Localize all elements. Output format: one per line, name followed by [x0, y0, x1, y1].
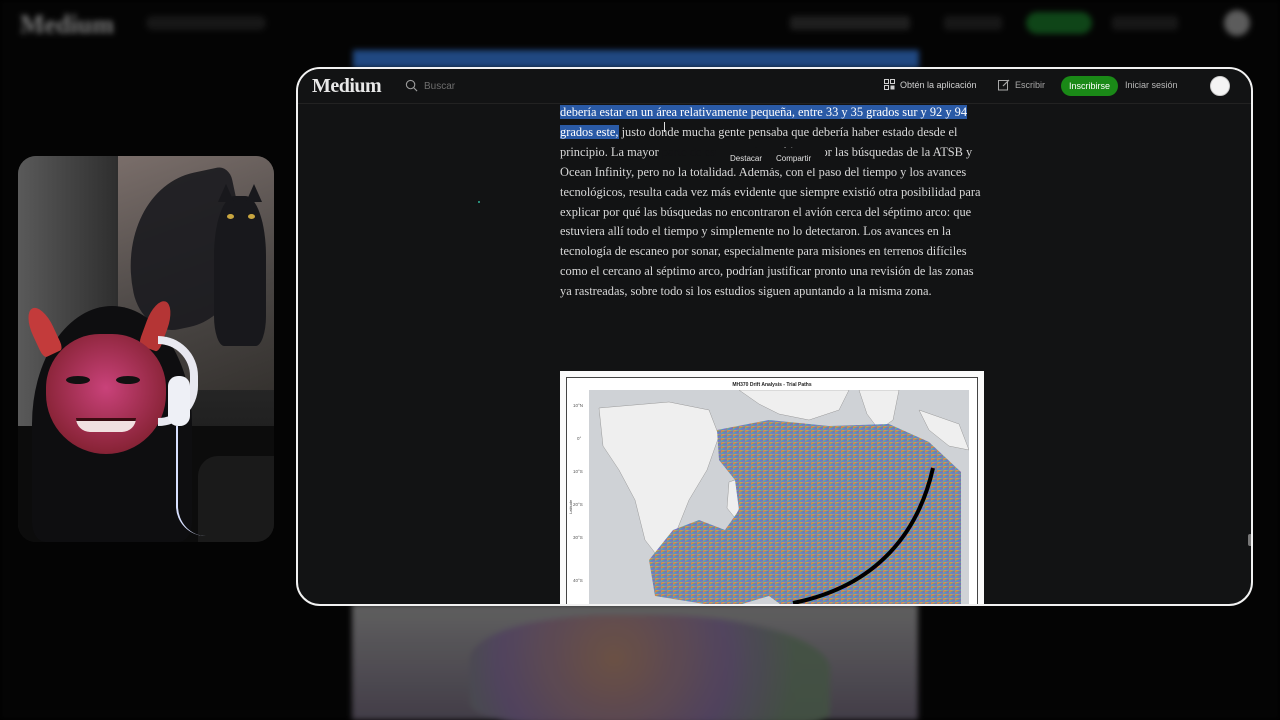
y-tick: 40°S — [573, 578, 583, 583]
drift-map-svg — [598, 390, 969, 604]
background-topbar: Medium — [0, 0, 1280, 46]
y-tick: 10°S — [573, 469, 583, 474]
webcam-cat-ear — [218, 184, 234, 202]
cursor-dot — [478, 201, 480, 203]
background-logo: Medium — [20, 10, 114, 39]
highlight-button[interactable]: Destacar — [730, 154, 762, 163]
write-pencil-icon — [998, 79, 1010, 91]
figure-title: MH370 Drift Analysis - Trial Paths — [732, 382, 812, 388]
background-write-link — [944, 16, 1002, 30]
selection-popover: Destacar Compartir — [716, 148, 826, 168]
background-highlight — [353, 50, 919, 68]
webcam-cat-eye — [248, 214, 255, 219]
webcam-headphone-cable — [176, 426, 206, 536]
webcam-demon-mask — [46, 334, 166, 454]
webcam-chair — [198, 456, 274, 542]
signup-button[interactable]: Inscribirse — [1061, 76, 1119, 96]
get-app-label: Obtén la aplicación — [900, 79, 977, 90]
article-content: debería estar en un área relativamente p… — [298, 104, 1251, 604]
text-cursor — [664, 122, 665, 132]
avatar[interactable] — [1210, 76, 1230, 96]
y-tick: 30°S — [573, 535, 583, 540]
share-button[interactable]: Compartir — [776, 154, 811, 163]
background-avatar — [1224, 10, 1250, 36]
webcam-cat-eye — [227, 214, 234, 219]
article-figure: MH370 Drift Analysis - Trial Paths Latit… — [560, 371, 984, 604]
browser-window: Medium Obtén la aplicación Escribir Insc… — [296, 67, 1253, 606]
arabia-landmass — [738, 390, 850, 421]
write-label: Escribir — [1015, 80, 1046, 90]
top-navigation-bar: Medium Obtén la aplicación Escribir Insc… — [298, 69, 1251, 104]
background-app-link — [790, 16, 910, 30]
search-icon — [405, 79, 418, 92]
webcam-headphone-cup — [168, 376, 190, 426]
signin-link[interactable]: Iniciar sesión — [1125, 80, 1178, 90]
background-image-blob — [470, 615, 830, 720]
search-input[interactable] — [424, 77, 544, 95]
drift-map-image[interactable]: MH370 Drift Analysis - Trial Paths Latit… — [566, 377, 978, 604]
background-search — [146, 16, 266, 30]
webcam-poster-cat — [214, 196, 266, 346]
app-grid-icon — [884, 79, 895, 90]
webcam-cat-ear — [246, 184, 262, 202]
scrollbar-thumb[interactable] — [1248, 534, 1251, 546]
article-body: debería estar en un área relativamente p… — [560, 104, 986, 302]
background-signup — [1026, 12, 1092, 34]
article-paragraph: debería estar en un área relativamente p… — [560, 103, 986, 302]
y-tick: 20°S — [573, 502, 583, 507]
y-tick: 0° — [577, 436, 582, 441]
background-signin — [1112, 16, 1178, 30]
webcam-mask-eye — [66, 376, 90, 384]
webcam-mask-eye — [116, 376, 140, 384]
medium-logo[interactable]: Medium — [312, 75, 382, 98]
india-landmass — [858, 390, 900, 431]
get-app-link[interactable]: Obtén la aplicación — [884, 79, 977, 90]
webcam-feed — [18, 156, 274, 542]
webcam-mask-mouth — [76, 418, 136, 432]
map-plot-area — [589, 390, 969, 604]
write-link[interactable]: Escribir — [998, 79, 1045, 91]
y-tick: 10°N — [573, 403, 584, 408]
